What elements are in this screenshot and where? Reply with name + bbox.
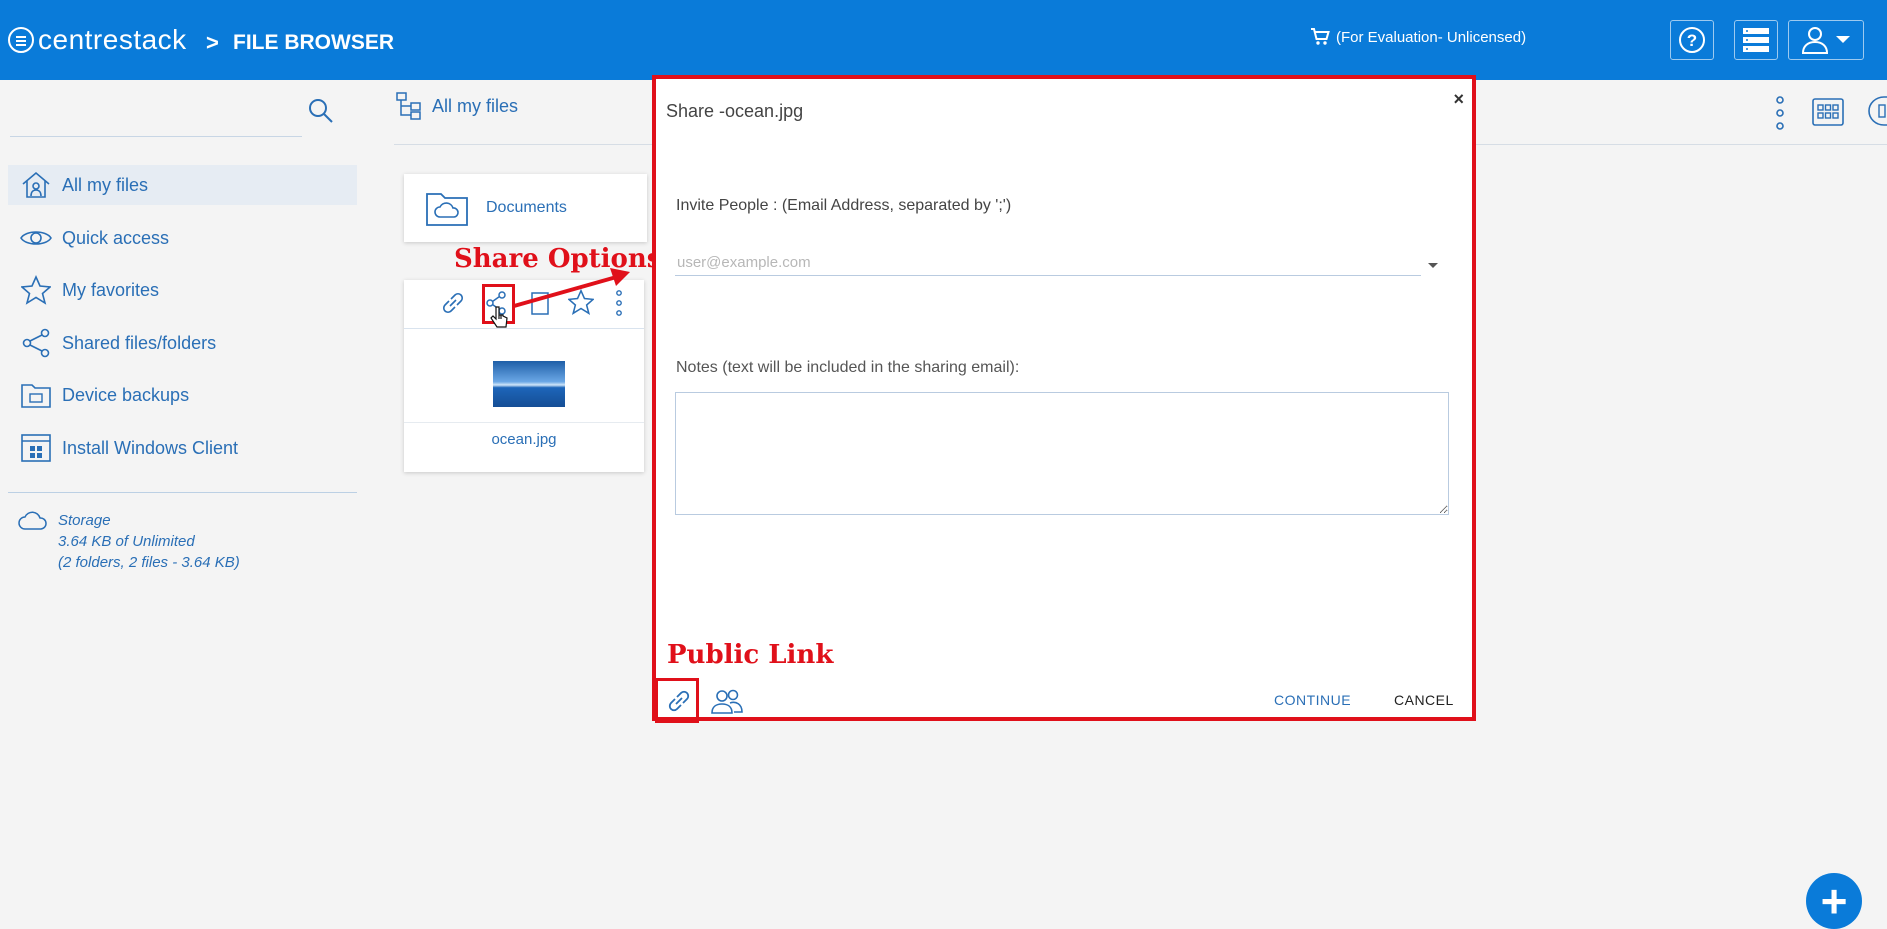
cart-icon <box>1311 28 1330 45</box>
sidebar-item-my-favorites[interactable]: My favorites <box>8 270 357 310</box>
sidebar-item-shared-files[interactable]: Shared files/folders <box>8 323 357 363</box>
storage-usage: 3.64 KB of Unlimited <box>58 533 195 550</box>
storage-info: Storage 3.64 KB of Unlimited (2 folders,… <box>18 510 240 573</box>
breadcrumb[interactable]: All my files <box>396 92 518 120</box>
email-input[interactable] <box>675 249 1421 276</box>
folder-card-documents[interactable]: Documents <box>404 174 647 242</box>
sidebar-item-label: Device backups <box>62 384 190 405</box>
link-icon[interactable] <box>440 290 466 321</box>
storage-title: Storage <box>58 512 111 529</box>
breadcrumb-label: All my files <box>432 95 519 116</box>
sidebar-item-label: My favorites <box>62 279 160 300</box>
menu-icon[interactable] <box>8 27 34 53</box>
image-thumbnail[interactable] <box>493 361 565 407</box>
centrestack-logo[interactable]: centrestack <box>8 24 187 56</box>
help-icon: ? <box>1679 27 1705 53</box>
more-options-icon[interactable] <box>1772 96 1788 135</box>
license-text: (For Evaluation- Unlicensed) <box>1336 28 1527 46</box>
public-link-icon[interactable] <box>666 688 692 719</box>
file-name[interactable]: ocean.jpg <box>404 422 644 448</box>
device-folder-icon <box>18 382 54 408</box>
search-icon[interactable] <box>308 98 334 129</box>
eye-icon <box>18 227 54 249</box>
details-pane-icon[interactable] <box>1868 96 1887 131</box>
chevron-down-icon[interactable] <box>1428 263 1438 268</box>
brand-name: centrestack <box>38 24 187 55</box>
sidebar-item-device-backups[interactable]: Device backups <box>8 375 357 415</box>
sidebar-divider <box>8 492 357 493</box>
license-status[interactable]: (For Evaluation- Unlicensed) <box>1310 28 1526 46</box>
invite-users-icon[interactable] <box>710 688 744 719</box>
chevron-down-icon <box>1836 36 1850 43</box>
notes-label: Notes (text will be included in the shar… <box>676 359 1020 376</box>
svg-text:?: ? <box>1687 31 1697 50</box>
server-button[interactable] <box>1734 20 1778 60</box>
folder-tree-icon <box>396 92 421 120</box>
cancel-button[interactable]: CANCEL <box>1394 692 1454 708</box>
folder-name: Documents <box>486 199 567 216</box>
top-bar: centrestack > FILE BROWSER (For Evaluati… <box>0 0 1887 80</box>
grid-view-icon[interactable] <box>1812 98 1844 131</box>
sidebar-item-label: Install Windows Client <box>62 437 239 458</box>
hand-cursor-icon <box>490 306 508 328</box>
dialog-title: Share -ocean.jpg <box>666 101 804 121</box>
cloud-icon <box>18 511 47 530</box>
sidebar-item-label: All my files <box>62 174 149 195</box>
home-icon <box>18 171 54 199</box>
sidebar-item-all-my-files[interactable]: All my files <box>8 165 357 205</box>
sidebar-search-input[interactable] <box>10 136 302 137</box>
add-button[interactable]: + <box>1806 873 1862 929</box>
sidebar-item-label: Quick access <box>62 227 170 248</box>
share-icon <box>18 328 54 358</box>
invite-label: Invite People : (Email Address, separate… <box>676 197 1012 214</box>
page-title: FILE BROWSER <box>233 31 394 54</box>
breadcrumb-separator: > <box>206 30 219 55</box>
notes-field[interactable] <box>675 392 1449 515</box>
annotation-public-link: Public Link <box>667 640 834 670</box>
sidebar-item-quick-access[interactable]: Quick access <box>8 218 357 258</box>
user-menu-button[interactable] <box>1788 20 1864 60</box>
share-dialog: Share -ocean.jpg × Invite People : (Emai… <box>652 75 1476 723</box>
windows-client-icon <box>18 434 54 462</box>
storage-details: (2 folders, 2 files - 3.64 KB) <box>58 554 240 571</box>
server-icon <box>1743 28 1769 52</box>
close-icon[interactable]: × <box>1453 89 1464 110</box>
help-button[interactable]: ? <box>1670 20 1714 60</box>
sidebar-item-install-windows-client[interactable]: Install Windows Client <box>8 428 357 468</box>
cloud-folder-icon <box>426 190 468 226</box>
annotation-arrow <box>513 268 630 308</box>
user-menu-icon <box>1801 27 1829 54</box>
continue-button[interactable]: CONTINUE <box>1274 692 1351 708</box>
star-icon <box>18 275 54 305</box>
sidebar-item-label: Shared files/folders <box>62 332 217 353</box>
